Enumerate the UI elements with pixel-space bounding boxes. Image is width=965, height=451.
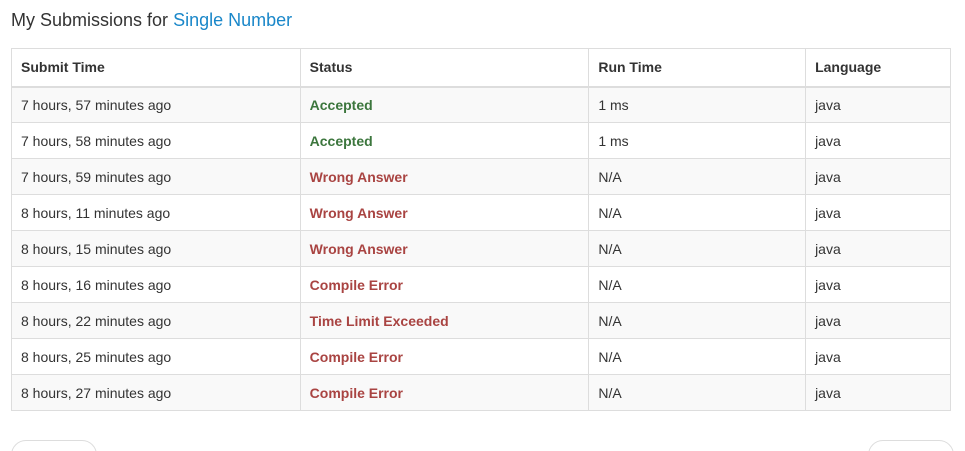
submit-time-cell: 8 hours, 15 minutes ago xyxy=(11,230,301,267)
table-body: 7 hours, 57 minutes ago Accepted 1 ms java 7… xyxy=(11,86,951,411)
status-cell: Wrong Answer xyxy=(300,194,590,231)
run-time-cell: N/A xyxy=(588,230,807,267)
submit-time-cell: 8 hours, 25 minutes ago xyxy=(11,338,301,375)
next-page-button[interactable] xyxy=(868,440,954,451)
table-header-row: Submit Time Status Run Time Language xyxy=(11,48,951,88)
language-cell: java xyxy=(805,194,951,231)
submit-time-cell: 8 hours, 11 minutes ago xyxy=(11,194,301,231)
status-link[interactable]: Compile Error xyxy=(310,349,403,365)
status-cell: Wrong Answer xyxy=(300,158,590,195)
column-header-run-time: Run Time xyxy=(588,48,807,88)
submit-time-cell: 7 hours, 59 minutes ago xyxy=(11,158,301,195)
status-link[interactable]: Accepted xyxy=(310,97,373,113)
status-link[interactable]: Accepted xyxy=(310,133,373,149)
table-row: 7 hours, 58 minutes ago Accepted 1 ms java xyxy=(11,122,951,159)
page-title: My Submissions for Single Number xyxy=(11,8,292,32)
table-row: 8 hours, 22 minutes ago Time Limit Exceed… xyxy=(11,302,951,339)
language-cell: java xyxy=(805,86,951,123)
table-row: 8 hours, 16 minutes ago Compile Error N/A j… xyxy=(11,266,951,303)
language-cell: java xyxy=(805,230,951,267)
column-header-submit-time: Submit Time xyxy=(11,48,301,88)
status-cell: Time Limit Exceeded xyxy=(300,302,590,339)
page-title-prefix: My Submissions for xyxy=(11,10,169,30)
language-cell: java xyxy=(805,266,951,303)
run-time-cell: 1 ms xyxy=(588,86,807,123)
status-cell: Compile Error xyxy=(300,266,590,303)
language-cell: java xyxy=(805,158,951,195)
table-row: 8 hours, 11 minutes ago Wrong Answer N/A ja… xyxy=(11,194,951,231)
status-cell: Accepted xyxy=(300,122,590,159)
submit-time-cell: 7 hours, 57 minutes ago xyxy=(11,86,301,123)
language-cell: java xyxy=(805,122,951,159)
run-time-cell: 1 ms xyxy=(588,122,807,159)
column-header-status: Status xyxy=(300,48,590,88)
run-time-cell: N/A xyxy=(588,338,807,375)
status-cell: Wrong Answer xyxy=(300,230,590,267)
submit-time-cell: 7 hours, 58 minutes ago xyxy=(11,122,301,159)
submissions-page: My Submissions for Single Number Submit … xyxy=(0,0,965,451)
run-time-cell: N/A xyxy=(588,374,807,411)
status-link[interactable]: Wrong Answer xyxy=(310,169,408,185)
table-row: 7 hours, 57 minutes ago Accepted 1 ms java xyxy=(11,86,951,123)
run-time-cell: N/A xyxy=(588,302,807,339)
table-row: 7 hours, 59 minutes ago Wrong Answer N/A ja… xyxy=(11,158,951,195)
status-link[interactable]: Compile Error xyxy=(310,385,403,401)
run-time-cell: N/A xyxy=(588,266,807,303)
run-time-cell: N/A xyxy=(588,194,807,231)
submit-time-cell: 8 hours, 16 minutes ago xyxy=(11,266,301,303)
problem-link[interactable]: Single Number xyxy=(173,10,292,30)
language-cell: java xyxy=(805,338,951,375)
status-cell: Accepted xyxy=(300,86,590,123)
table-row: 8 hours, 27 minutes ago Compile Error N/A j… xyxy=(11,374,951,411)
status-link[interactable]: Time Limit Exceeded xyxy=(310,313,449,329)
language-cell: java xyxy=(805,374,951,411)
status-link[interactable]: Compile Error xyxy=(310,277,403,293)
table-row: 8 hours, 25 minutes ago Compile Error N/A j… xyxy=(11,338,951,375)
status-cell: Compile Error xyxy=(300,338,590,375)
status-cell: Compile Error xyxy=(300,374,590,411)
status-link[interactable]: Wrong Answer xyxy=(310,241,408,257)
language-cell: java xyxy=(805,302,951,339)
column-header-language: Language xyxy=(805,48,951,88)
previous-page-button[interactable] xyxy=(11,440,97,451)
run-time-cell: N/A xyxy=(588,158,807,195)
submit-time-cell: 8 hours, 27 minutes ago xyxy=(11,374,301,411)
submissions-table: Submit Time Status Run Time Language 7 h… xyxy=(11,48,951,411)
status-link[interactable]: Wrong Answer xyxy=(310,205,408,221)
table-row: 8 hours, 15 minutes ago Wrong Answer N/A ja… xyxy=(11,230,951,267)
submit-time-cell: 8 hours, 22 minutes ago xyxy=(11,302,301,339)
